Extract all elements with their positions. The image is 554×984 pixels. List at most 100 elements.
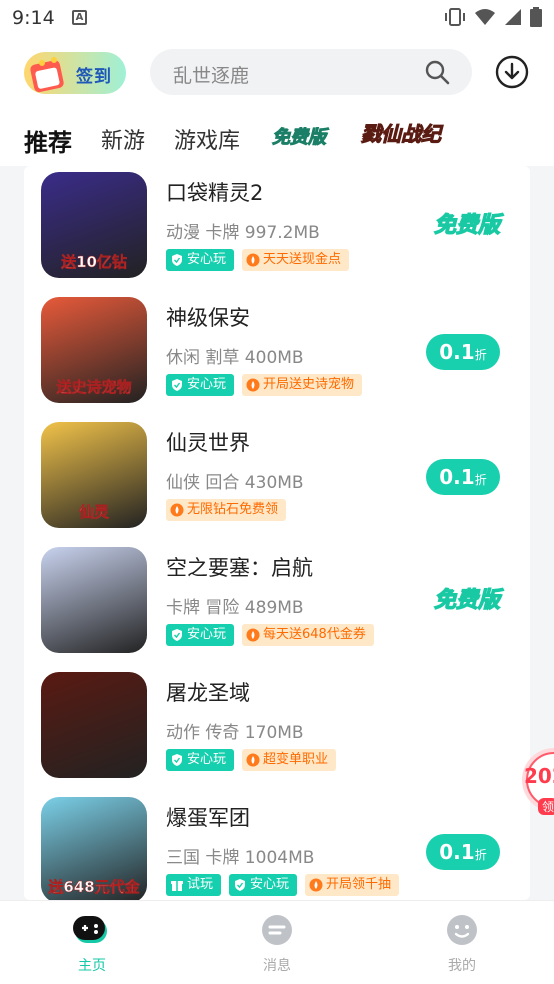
- game-thumbnail[interactable]: [41, 672, 147, 778]
- list-item[interactable]: 空之要塞：启航卡牌 冒险 489MB 安心玩 每天送648代金券 免费版: [24, 544, 530, 669]
- thumbnail-caption: 送史诗宠物: [56, 378, 132, 397]
- game-name: 仙灵世界: [166, 431, 250, 455]
- game-meta: 卡牌 冒险 489MB: [166, 598, 304, 618]
- signin-button[interactable]: 签到: [24, 52, 126, 94]
- calendar-icon: [30, 57, 64, 93]
- tag-hot: 每天送648代金券: [242, 624, 374, 646]
- free-edition-button[interactable]: 免费版: [433, 582, 500, 614]
- top-header: 签到 乱世逐鹿: [0, 36, 554, 116]
- tag-safe: 安心玩: [166, 624, 235, 646]
- flame-icon: [246, 253, 260, 267]
- tag-text: 安心玩: [187, 752, 227, 767]
- game-name: 爆蛋军团: [166, 806, 250, 830]
- tab-featured-game[interactable]: 戮仙战纪: [361, 118, 442, 147]
- discount-value: 0.1: [439, 840, 475, 864]
- list-item[interactable]: 送史诗宠物 神级保安休闲 割草 400MB 安心玩 开局送史诗宠物 0.1折: [24, 294, 530, 419]
- tag-hot: 开局领千抽: [305, 874, 400, 896]
- tag-hot: 开局送史诗宠物: [242, 374, 363, 396]
- flame-icon: [246, 628, 260, 642]
- flame-icon: [246, 753, 260, 767]
- tag-text: 试玩: [187, 877, 214, 892]
- profile-icon: [447, 915, 477, 945]
- game-name: 空之要塞：启航: [166, 556, 313, 580]
- discount-unit: 折: [474, 473, 487, 487]
- thumbnail-caption: 仙灵: [78, 503, 110, 522]
- shield-icon: [235, 879, 246, 891]
- signin-label: 签到: [76, 67, 112, 87]
- gift-icon: [171, 881, 183, 891]
- tag-safe: 安心玩: [166, 374, 235, 396]
- nav-mine-label: 我的: [448, 958, 476, 974]
- category-tabs: 推荐 新游 游戏库 免费版 戮仙战纪: [0, 116, 554, 166]
- game-name: 神级保安: [166, 306, 250, 330]
- game-name: 口袋精灵2: [166, 181, 264, 205]
- download-icon[interactable]: [495, 55, 529, 89]
- status-time: 9:14: [12, 7, 55, 29]
- list-item[interactable]: 屠龙圣域 动作 传奇 170MB 安心玩 超变单职业: [24, 669, 530, 794]
- tag-text: 安心玩: [187, 252, 227, 267]
- nav-messages[interactable]: 消息: [237, 913, 317, 975]
- thumbnail-caption: 送648元代金: [48, 878, 140, 897]
- game-meta: 休闲 割草 400MB: [166, 348, 304, 368]
- shield-icon: [172, 254, 182, 266]
- flame-icon: [170, 503, 184, 517]
- game-thumbnail[interactable]: 仙灵: [41, 422, 147, 528]
- search-icon[interactable]: [424, 59, 450, 85]
- tab-new-games[interactable]: 新游: [101, 123, 145, 155]
- game-thumbnail[interactable]: 送史诗宠物: [41, 297, 147, 403]
- flame-icon: [246, 378, 260, 392]
- discount-value: 0.1: [439, 340, 475, 364]
- game-thumbnail[interactable]: [41, 547, 147, 653]
- nav-messages-label: 消息: [263, 958, 291, 974]
- discount-button[interactable]: 0.1折: [426, 459, 500, 495]
- signal-icon: [505, 9, 521, 25]
- discount-value: 0.1: [439, 465, 475, 489]
- tag-text: 开局领千抽: [326, 877, 392, 892]
- gamepad-icon: [73, 916, 107, 943]
- game-meta: 动作 传奇 170MB: [166, 723, 304, 743]
- discount-button[interactable]: 0.1折: [426, 834, 500, 870]
- tab-game-library[interactable]: 游戏库: [174, 123, 240, 155]
- battery-icon: [530, 7, 542, 27]
- list-item[interactable]: 送648元代金 爆蛋军团三国 卡牌 1004MB 试玩 安心玩 开局领千抽 0.1折: [24, 794, 530, 900]
- bottom-nav: 主页 消息 我的: [0, 900, 554, 984]
- vibrate-icon: [445, 8, 465, 26]
- game-tags: 安心玩 超变单职业: [166, 749, 337, 771]
- free-edition-button[interactable]: 免费版: [433, 207, 500, 239]
- floating-event-badge[interactable]: 202 领: [516, 742, 554, 822]
- nav-mine[interactable]: 我的: [422, 913, 502, 975]
- list-item[interactable]: 仙灵 仙灵世界 仙侠 回合 430MB 无限钻石免费领 0.1折: [24, 419, 530, 544]
- game-tags: 无限钻石免费领: [166, 499, 287, 521]
- tag-hot: 超变单职业: [242, 749, 337, 771]
- discount-unit: 折: [474, 848, 487, 862]
- game-meta: 动漫 卡牌 997.2MB: [166, 223, 320, 243]
- tab-recommend[interactable]: 推荐: [24, 123, 72, 158]
- game-thumbnail[interactable]: 送648元代金: [41, 797, 147, 900]
- search-input[interactable]: 乱世逐鹿: [150, 49, 472, 95]
- game-tags: 安心玩 天天送现金点: [166, 249, 350, 271]
- tag-safe: 安心玩: [166, 749, 235, 771]
- tag-text: 无限钻石免费领: [187, 502, 279, 517]
- discount-button[interactable]: 0.1折: [426, 334, 500, 370]
- tag-text: 开局送史诗宠物: [263, 377, 355, 392]
- game-meta: 三国 卡牌 1004MB: [166, 848, 315, 868]
- game-tags: 安心玩 开局送史诗宠物: [166, 374, 363, 396]
- tag-text: 安心玩: [187, 377, 227, 392]
- tag-hot: 无限钻石免费领: [166, 499, 287, 521]
- status-bar: 9:14 A: [0, 0, 554, 36]
- discount-unit: 折: [474, 348, 487, 362]
- floating-badge-text: 202: [524, 764, 554, 788]
- tag-text: 安心玩: [187, 627, 227, 642]
- game-thumbnail[interactable]: 送10亿钻: [41, 172, 147, 278]
- status-icons: [444, 7, 542, 27]
- tag-hot: 天天送现金点: [242, 249, 350, 271]
- tab-free-edition[interactable]: 免费版: [272, 123, 327, 149]
- nav-home[interactable]: 主页: [52, 913, 132, 975]
- tag-text: 每天送648代金券: [263, 627, 366, 642]
- list-item[interactable]: 送10亿钻 口袋精灵2 动漫 卡牌 997.2MB 安心玩 天天送现金点 免费版: [24, 169, 530, 294]
- shield-icon: [172, 629, 182, 641]
- tag-safe: 安心玩: [166, 249, 235, 271]
- tag-safe: 安心玩: [229, 874, 298, 896]
- game-list: 送10亿钻 口袋精灵2 动漫 卡牌 997.2MB 安心玩 天天送现金点 免费版 送史诗宠物…: [24, 166, 530, 900]
- game-tags: 试玩 安心玩 开局领千抽: [166, 874, 400, 896]
